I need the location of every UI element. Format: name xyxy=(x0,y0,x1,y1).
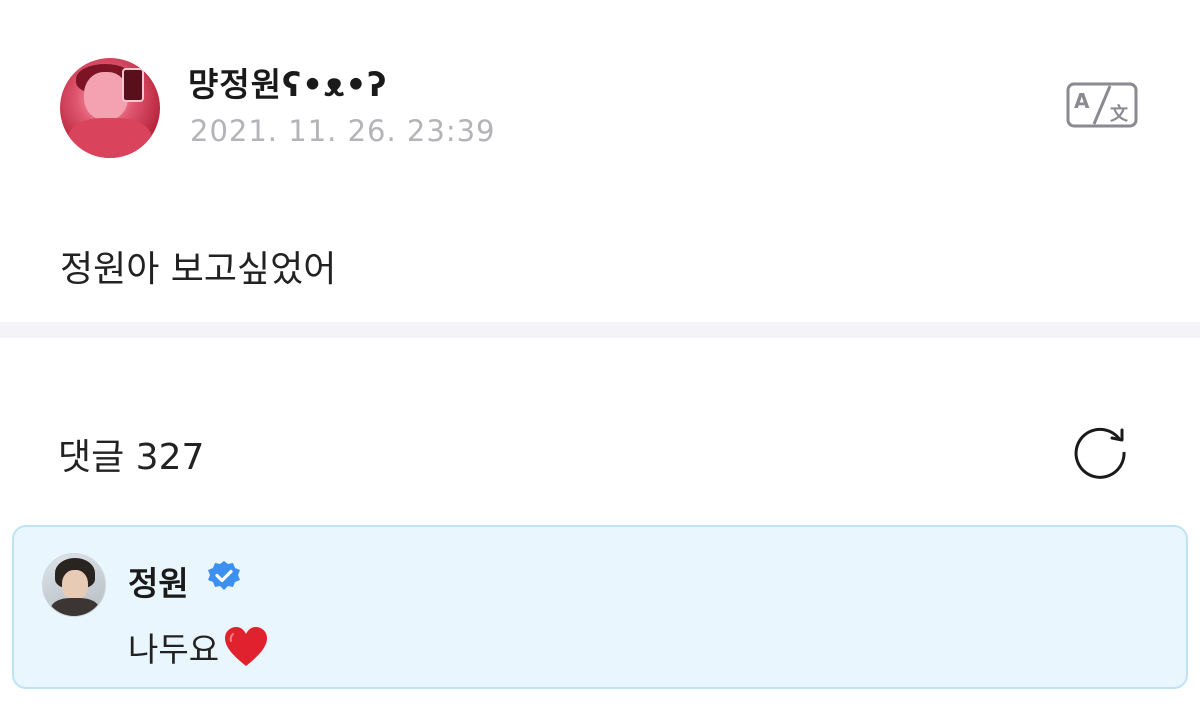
post-body: 정원아 보고싶었어 xyxy=(60,249,337,290)
post-header: 먕정원ʕ•ᴥ•ʔ 2021. 11. 26. 23:39 A 文 xyxy=(0,0,1200,200)
section-divider xyxy=(0,322,1200,338)
comment-author[interactable]: 정원 xyxy=(128,557,189,605)
translate-button[interactable]: A 文 xyxy=(1066,82,1138,128)
comments-count-header: 댓글 327 xyxy=(58,437,205,478)
refresh-button[interactable] xyxy=(1072,424,1132,480)
post-timestamp: 2021. 11. 26. 23:39 xyxy=(190,114,496,148)
comment-avatar-body xyxy=(51,598,99,616)
avatar[interactable] xyxy=(60,58,160,158)
comment-text: 나두요 xyxy=(128,623,269,671)
svg-text:文: 文 xyxy=(1110,103,1129,125)
post-author[interactable]: 먕정원ʕ•ᴥ•ʔ xyxy=(188,58,387,106)
translate-icon: A 文 xyxy=(1066,82,1138,128)
avatar-phone xyxy=(122,68,144,102)
verified-badge-icon xyxy=(208,561,240,590)
comment-text-body: 나두요 xyxy=(128,630,220,669)
comment-card[interactable]: 정원 나두요 xyxy=(12,525,1188,689)
comment-avatar[interactable] xyxy=(42,553,106,617)
refresh-icon xyxy=(1074,427,1126,479)
comment-avatar-face xyxy=(62,570,88,600)
heart-icon xyxy=(225,627,268,666)
avatar-body xyxy=(68,118,152,158)
svg-text:A: A xyxy=(1074,89,1090,113)
